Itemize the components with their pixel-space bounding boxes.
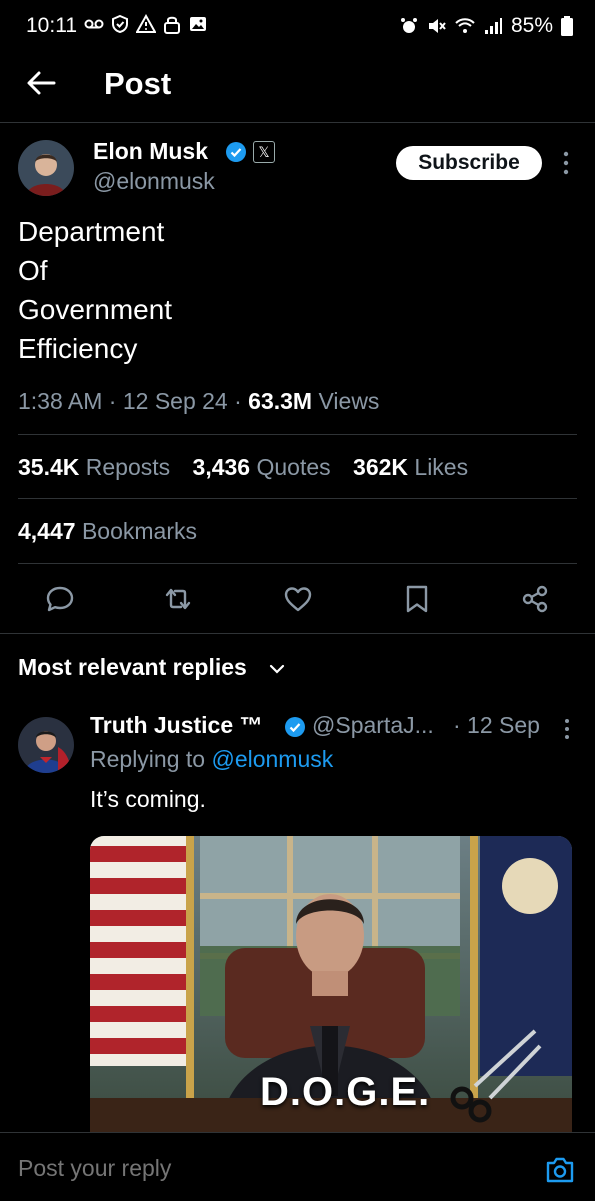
warning-icon — [136, 14, 156, 33]
reply-more-options-icon[interactable] — [558, 718, 576, 740]
replying-to-link[interactable]: @elonmusk — [211, 746, 333, 772]
verified-badge-icon — [285, 717, 305, 737]
bookmarks-stat[interactable]: 4,447 Bookmarks — [18, 518, 197, 545]
author-avatar[interactable] — [18, 140, 74, 196]
quotes-label: Quotes — [256, 454, 331, 480]
signal-icon — [484, 18, 502, 34]
replies-sort-dropdown[interactable]: Most relevant replies — [18, 654, 247, 681]
like-heart-icon[interactable] — [282, 583, 314, 615]
status-time: 10:11 — [26, 14, 77, 37]
avatar-image — [18, 140, 74, 196]
reply-text: It’s coming. — [90, 786, 206, 812]
reply-author-handle[interactable]: @SpartaJ... — [312, 712, 434, 739]
wifi-icon — [455, 18, 475, 33]
camera-icon[interactable] — [544, 1155, 576, 1185]
reply-author-avatar[interactable] — [18, 717, 74, 773]
views-label: Views — [318, 388, 380, 414]
likes-stat[interactable]: 362K Likes — [353, 454, 468, 480]
share-icon[interactable] — [519, 583, 551, 615]
likes-count: 362K — [353, 454, 409, 480]
more-options-icon[interactable] — [556, 150, 576, 176]
reply-composer — [0, 1132, 595, 1201]
mute-icon — [428, 19, 446, 33]
author-name[interactable]: Elon Musk — [93, 138, 208, 165]
alarm-icon — [400, 18, 417, 33]
reply-icon[interactable] — [44, 583, 76, 615]
bookmarks-count: 4,447 — [18, 518, 76, 544]
status-bar: 10:11 85% — [0, 0, 595, 52]
x-affiliate-icon: 𝕏 — [253, 141, 275, 163]
reposts-stat[interactable]: 35.4K Reposts — [18, 454, 170, 480]
battery-percent: 85% — [510, 14, 553, 37]
shield-check-icon — [112, 14, 128, 34]
image-icon — [190, 17, 206, 31]
reply-date[interactable]: · 12 Sep — [453, 712, 540, 739]
quotes-stat[interactable]: 3,436 Quotes — [193, 454, 331, 480]
verified-badge-icon — [226, 142, 246, 162]
battery-icon — [561, 16, 573, 36]
replying-to: Replying to @elonmusk — [90, 746, 333, 773]
status-right-icons: 85% — [399, 14, 573, 38]
lock-icon — [164, 16, 180, 34]
divider — [18, 563, 577, 564]
post-date[interactable]: 12 Sep 24 — [123, 388, 228, 414]
post-time[interactable]: 1:38 AM — [18, 388, 102, 414]
repost-icon[interactable] — [162, 583, 194, 615]
divider — [18, 434, 577, 435]
status-left-icons — [84, 14, 208, 34]
image-caption: D.O.G.E. — [260, 1070, 431, 1114]
reposts-label: Reposts — [85, 454, 171, 480]
likes-label: Likes — [414, 454, 469, 480]
reply-media-image[interactable]: D.O.G.E. — [90, 836, 572, 1134]
quotes-count: 3,436 — [192, 454, 251, 480]
voicemail-icon — [84, 19, 104, 29]
subscribe-button[interactable]: Subscribe — [396, 146, 542, 180]
top-bar: Post — [0, 52, 595, 123]
engagement-stats: 35.4K Reposts 3,436 Quotes 362K Likes — [18, 454, 468, 481]
reply-avatar-image — [18, 717, 74, 773]
replying-prefix: Replying to — [90, 746, 206, 772]
page-title: Post — [104, 66, 172, 101]
reply-author-name[interactable]: Truth Justice ™ — [90, 712, 263, 739]
post-text: Department Of Government Efficiency — [18, 216, 173, 364]
chevron-down-icon[interactable] — [268, 660, 286, 678]
reposts-count: 35.4K — [18, 454, 80, 480]
views-count: 63.3M — [248, 388, 313, 414]
author-handle[interactable]: @elonmusk — [93, 168, 215, 195]
reply-input[interactable] — [18, 1155, 518, 1182]
divider — [18, 498, 577, 499]
post-meta: 1:38 AM · 12 Sep 24 · 63.3M Views — [18, 388, 380, 414]
divider — [0, 633, 595, 634]
bookmarks-label: Bookmarks — [81, 518, 197, 544]
back-arrow-icon[interactable] — [24, 66, 58, 100]
bookmark-icon[interactable] — [401, 583, 433, 615]
